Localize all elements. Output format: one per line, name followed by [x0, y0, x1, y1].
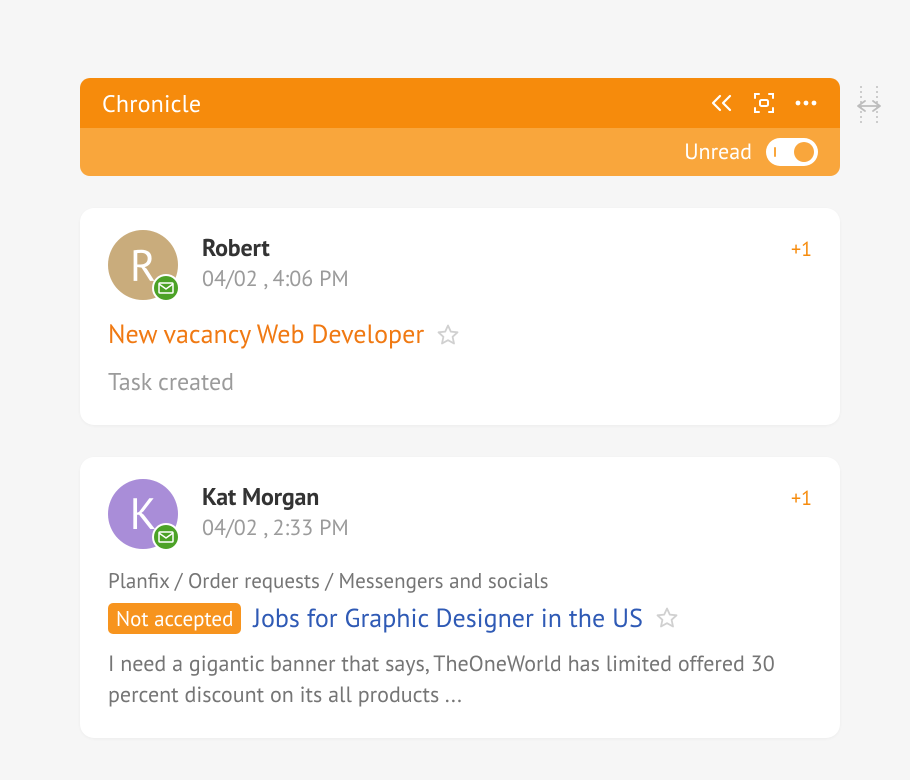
avatar[interactable]: К [108, 479, 178, 549]
resize-handle[interactable] [856, 84, 882, 128]
star-icon[interactable] [436, 323, 460, 347]
card-body-text: Task created [108, 365, 812, 399]
panel-header: Chronicle [80, 78, 840, 128]
chronicle-panel: Chronicle Unread R [80, 78, 840, 738]
subject-link[interactable]: New vacancy Web Developer [108, 318, 424, 351]
status-badge: Not accepted [108, 603, 241, 634]
card-header: R Robert 04/02 , 4:06 PM +1 [108, 230, 812, 300]
collapse-icon[interactable] [710, 94, 734, 112]
more-count[interactable]: +1 [791, 479, 812, 511]
star-icon[interactable] [655, 606, 679, 630]
unread-toggle[interactable] [766, 138, 818, 166]
subject-link[interactable]: Jobs for Graphic Designer in the US [253, 602, 642, 635]
author-name: Robert [202, 232, 791, 263]
avatar[interactable]: R [108, 230, 178, 300]
mail-badge-icon [152, 523, 180, 551]
more-icon[interactable] [794, 100, 818, 106]
chronicle-card[interactable]: К Kat Morgan 04/02 , 2:33 PM +1 Planfix … [80, 457, 840, 739]
card-snippet: I need a gigantic banner that says, TheO… [108, 649, 812, 713]
timestamp: 04/02 , 4:06 PM [202, 265, 791, 293]
unread-label: Unread [684, 138, 752, 166]
timestamp: 04/02 , 2:33 PM [202, 514, 791, 542]
more-count[interactable]: +1 [791, 230, 812, 262]
card-header: К Kat Morgan 04/02 , 2:33 PM +1 [108, 479, 812, 549]
mail-badge-icon [152, 274, 180, 302]
scan-icon[interactable] [752, 91, 776, 115]
author-name: Kat Morgan [202, 481, 791, 512]
chronicle-card[interactable]: R Robert 04/02 , 4:06 PM +1 New vacancy … [80, 208, 840, 425]
header-actions [710, 91, 818, 115]
breadcrumb[interactable]: Planfix / Order requests / Messengers an… [108, 567, 812, 594]
panel-subheader: Unread [80, 128, 840, 176]
panel-title: Chronicle [102, 88, 710, 119]
